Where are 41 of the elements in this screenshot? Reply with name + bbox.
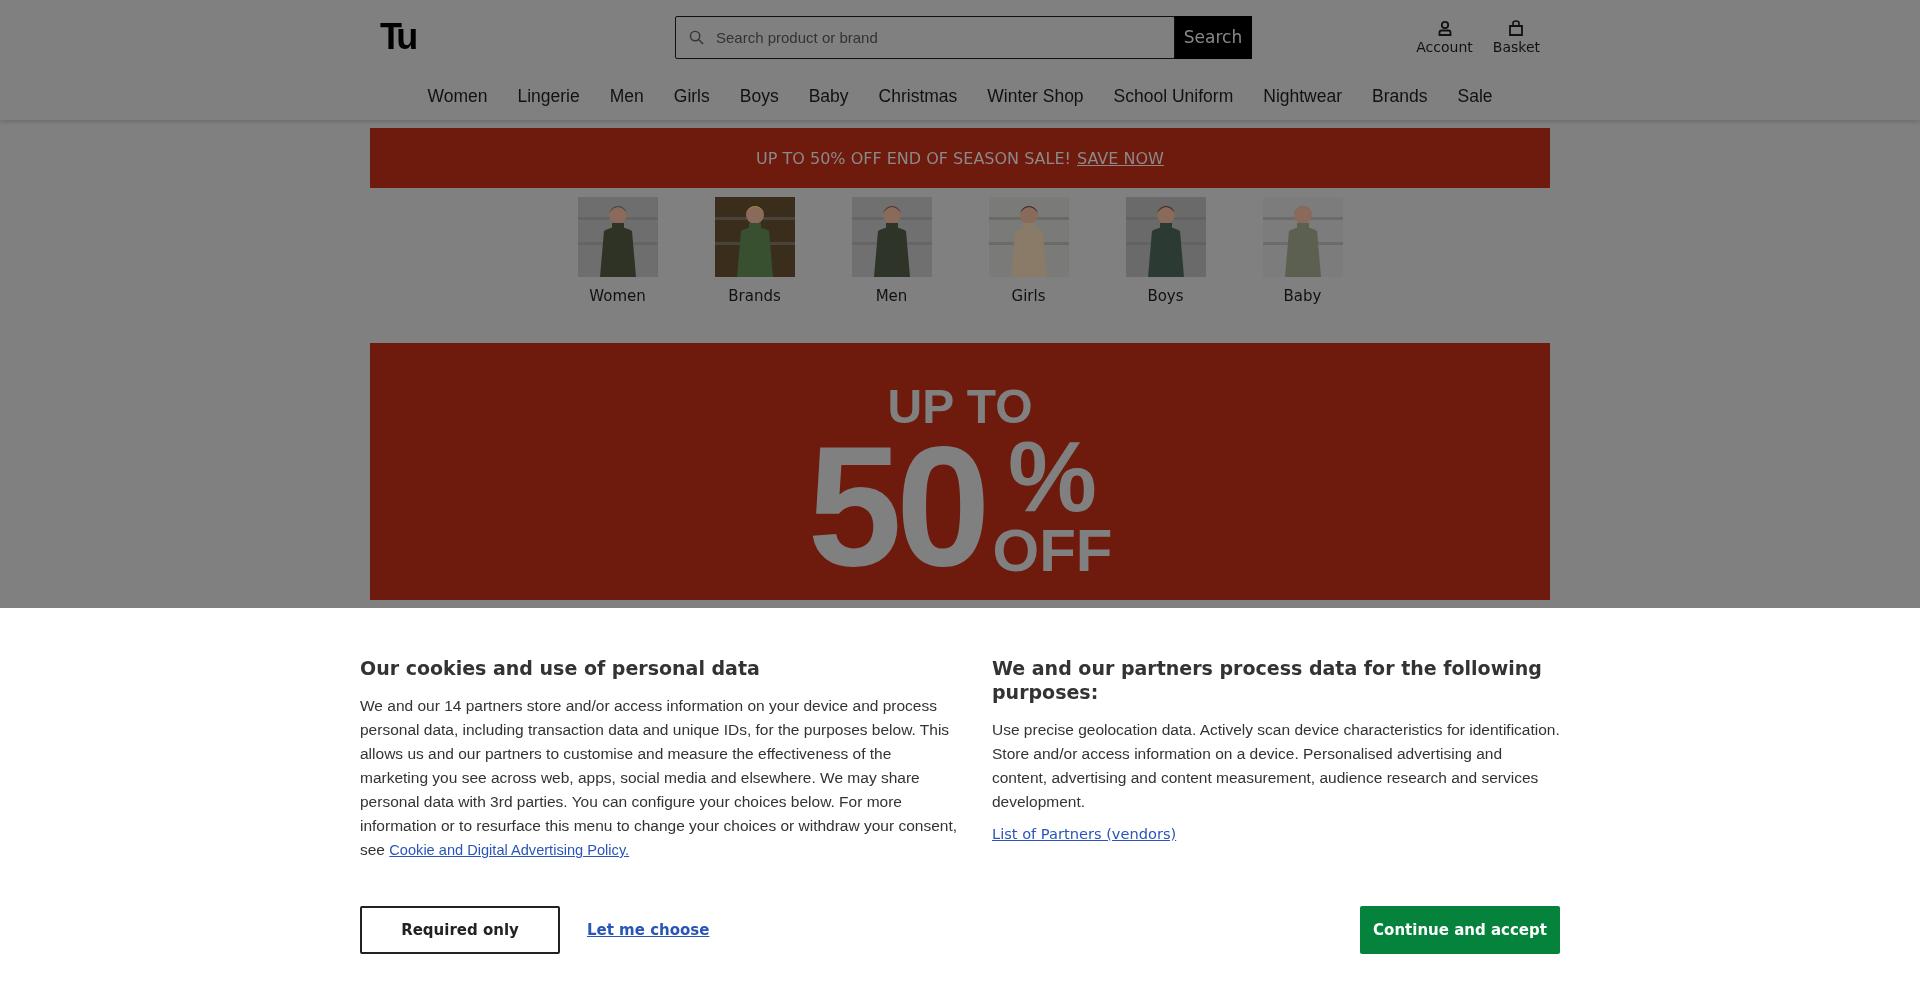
purposes-text: Use precise geolocation data. Actively scan device characteristics for identification. Store and/or access information on a device. Personalised advertising and content, advertising and content measurement, audience research and services development. (992, 720, 1560, 812)
category-link[interactable]: Girls (988, 197, 1069, 305)
policy-link[interactable]: Cookie and Digital Advertising Policy. (389, 842, 630, 858)
basket-link[interactable]: Basket (1492, 19, 1540, 55)
category-link[interactable]: Men (851, 197, 932, 305)
search-button[interactable]: Search (1174, 15, 1252, 59)
basket-icon (1508, 19, 1525, 36)
logo[interactable]: Tu (380, 16, 675, 58)
accept-button[interactable]: Continue and accept (1360, 906, 1560, 954)
nav-link[interactable]: Nightwear (1263, 86, 1343, 107)
category-link[interactable]: Women (577, 197, 658, 305)
banner-heading: UP TO (887, 383, 1033, 431)
nav-link[interactable]: Brands (1372, 86, 1428, 107)
category-link[interactable]: Baby (1262, 197, 1343, 305)
nav-link[interactable]: Women (427, 86, 488, 107)
purposes-title: We and our partners process data for the following purposes: (992, 656, 1543, 704)
cookie-title: Our cookies and use of personal data (360, 656, 761, 680)
cookie-text: We and our 14 partners store and/or access information on your device and process personal data, including transaction data and unique IDs, for the purposes below. This allows us and our partners to customise and measure the effectiveness of the marketing you see across web, apps, social media and elsewhere. We may share personal data with 3rd parties. You can configure your choices below. For more information or to resurface this menu to change your choices or withdraw your consent, see Cookie and Digital Advertising Policy. (360, 696, 959, 860)
save-now-link[interactable]: SAVE NOW (1076, 148, 1164, 168)
search-field[interactable]: Search product or brand (675, 15, 1175, 59)
banner-number: 50 (807, 433, 985, 579)
category-link[interactable]: Boys (1125, 197, 1206, 305)
let-me-choose-link[interactable]: Let me choose (587, 921, 710, 939)
nav-link[interactable]: School Uniform (1113, 86, 1234, 107)
required-only-button[interactable]: Required only (360, 906, 560, 954)
banner-off: OFF (992, 521, 1113, 581)
promo-text: UP TO 50% OFF END OF SEASON SALE! (756, 148, 1071, 168)
nav-link[interactable]: Christmas (878, 86, 958, 107)
nav-link[interactable]: Sale (1457, 86, 1493, 107)
nav-link[interactable]: Baby (808, 86, 849, 107)
nav-link[interactable]: Winter Shop (987, 86, 1084, 107)
nav-link[interactable]: Girls (673, 86, 710, 107)
nav-link[interactable]: Lingerie (517, 86, 580, 107)
search-icon (689, 29, 704, 45)
category-link[interactable]: Brands (714, 197, 795, 305)
account-icon (1436, 19, 1453, 36)
account-link[interactable]: Account (1416, 19, 1473, 55)
partners-link[interactable]: List of Partners (vendors) (992, 822, 1177, 846)
nav-link[interactable]: Men (609, 86, 644, 107)
nav-link[interactable]: Boys (739, 86, 779, 107)
banner-percent: % (1008, 431, 1097, 521)
